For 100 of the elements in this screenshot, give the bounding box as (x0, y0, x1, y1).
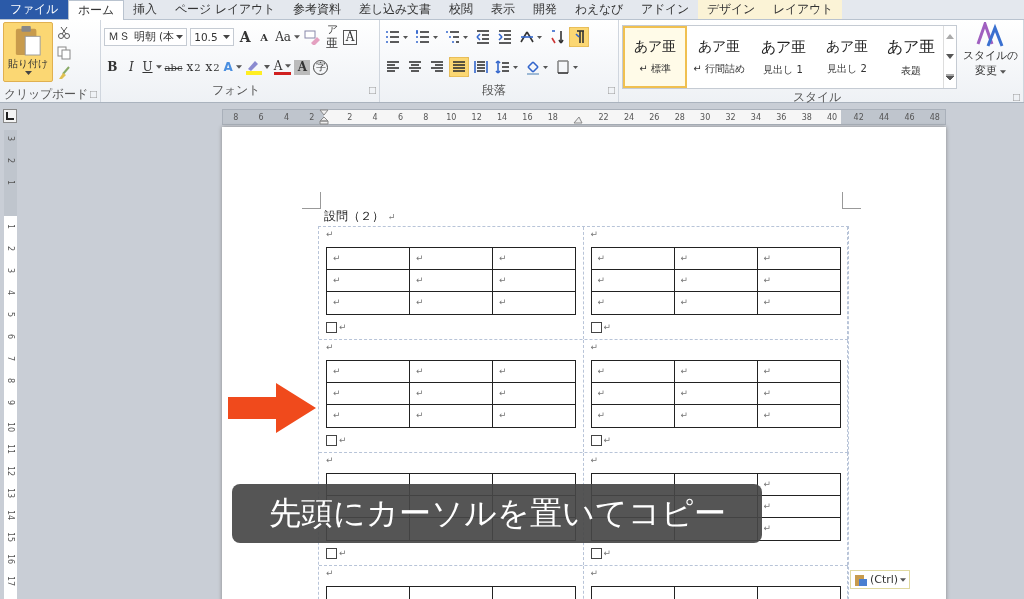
ribbon-tab[interactable]: ホーム (68, 0, 124, 20)
paragraph-mark: ↵ (603, 322, 612, 332)
ribbon-tab[interactable]: 挿入 (124, 0, 166, 19)
ruler-number: 3 (5, 136, 15, 144)
paste-options-button[interactable]: (Ctrl) (850, 570, 911, 589)
paragraph-mark: ↵ (499, 275, 507, 285)
paste-button[interactable]: 貼り付け (3, 22, 53, 82)
ribbon-tab[interactable]: レイアウト (763, 0, 842, 19)
paragraph-mark: ↵ (763, 388, 772, 398)
ruler-number: 2 (5, 158, 15, 166)
font-name-field[interactable]: ＭＳ 明朝 (本 (104, 28, 188, 46)
checkbox[interactable] (590, 547, 602, 559)
ruler-number: 5 (5, 312, 15, 320)
scroll-down-icon[interactable] (946, 54, 954, 59)
more-icon[interactable] (946, 74, 954, 81)
ribbon-tab[interactable]: 参考資料 (283, 0, 350, 19)
tab-stop-button[interactable] (3, 109, 17, 123)
paragraph-mark: ↵ (590, 568, 600, 580)
ruler-number: 44 (878, 111, 891, 124)
paragraph-mark: ↵ (416, 410, 424, 420)
caret-icon (176, 35, 184, 39)
format-button[interactable]: B (104, 57, 121, 77)
paragraph-mark: ↵ (763, 297, 772, 307)
format-button[interactable]: I (123, 57, 140, 77)
change-styles-button[interactable]: スタイルの 変更 (961, 22, 1020, 89)
paragraph-mark: ↵ (763, 523, 772, 533)
font-size-field[interactable]: 10.5 (190, 28, 235, 46)
format-button[interactable]: A (237, 27, 254, 47)
ruler-number: 34 (749, 111, 763, 124)
ruler-number: 3 (5, 268, 15, 276)
ruler-number: 10 (445, 111, 458, 124)
ruler-number: 4 (371, 111, 379, 124)
group-label: フォント (210, 81, 261, 99)
ruler-number: 2 (346, 111, 354, 124)
style-sample: あア亜 (826, 38, 868, 56)
paragraph-mark: ↵ (590, 455, 600, 467)
style-sample: あア亜 (887, 36, 935, 58)
ribbon-tab[interactable]: 校閲 (439, 0, 482, 19)
ruler-number: 13 (5, 488, 15, 501)
highlighter-icon[interactable] (244, 59, 271, 75)
paragraph-mark: ↵ (326, 455, 335, 467)
ribbon-tab[interactable]: わえなび (565, 0, 632, 19)
indent-marker-icon[interactable] (319, 109, 329, 125)
paragraph-mark: ↵ (326, 229, 335, 241)
paragraph-mark: ↵ (326, 568, 335, 580)
style-item[interactable]: あア亜 ↵ 行間詰め (687, 26, 751, 88)
ruler-number: 9 (5, 400, 15, 408)
ribbon-tab[interactable]: ファイル (0, 0, 68, 19)
style-item[interactable]: あア亜 表題 (879, 26, 943, 88)
ruler-number: 1 (5, 224, 15, 232)
ribbon-tab[interactable]: ページ レイアウト (166, 0, 284, 19)
paragraph-mark: ↵ (597, 297, 606, 307)
paragraph-mark: ↵ (680, 253, 689, 263)
style-item[interactable]: あア亜 見出し 1 (751, 26, 815, 88)
style-name: 見出し 2 (827, 62, 867, 76)
paragraph-mark: ↵ (680, 388, 689, 398)
paragraph-mark: ↵ (597, 253, 606, 263)
caret-icon (155, 65, 162, 69)
ruler-number: 6 (257, 111, 265, 124)
paragraph-mark: ↵ (499, 410, 507, 420)
paragraph-mark: ↵ (499, 297, 507, 307)
ribbon-tab[interactable]: 開発 (523, 0, 566, 19)
marks-icon[interactable] (568, 27, 589, 47)
style-sample: あア亜 (760, 37, 806, 57)
ruler-number: 7 (5, 356, 15, 364)
gallery-scrollbar[interactable] (943, 26, 956, 88)
checkbox[interactable] (326, 321, 337, 333)
paragraph-mark: ↵ (416, 388, 424, 398)
ribbon-tab[interactable]: 表示 (481, 0, 524, 19)
paragraph-mark: ↵ (339, 435, 347, 445)
ruler-number: 14 (5, 510, 15, 523)
ruby-button[interactable]: ア 亜 (324, 22, 341, 52)
paragraph-mark: ↵ (603, 548, 612, 558)
format-button[interactable]: A (294, 59, 311, 75)
ruler-number: 4 (282, 111, 290, 124)
format-button[interactable]: A (256, 27, 273, 47)
format-button[interactable]: U (142, 57, 162, 77)
ribbon-tab[interactable]: アドイン (631, 0, 698, 19)
scissors-icon[interactable] (57, 26, 71, 40)
format-button[interactable]: A (343, 29, 358, 45)
ribbon-tab[interactable]: デザイン (697, 0, 764, 19)
crop-mark (302, 192, 321, 209)
ribbon-tab[interactable]: 差し込み文書 (349, 0, 440, 19)
paragraph-mark: ↵ (590, 229, 600, 241)
group-label: 段落 (481, 81, 508, 99)
ruler-number: 16 (5, 554, 15, 567)
style-item[interactable]: あア亜 見出し 2 (815, 26, 879, 88)
caret-icon (1000, 70, 1007, 74)
checkbox[interactable] (590, 434, 602, 446)
ruler-number: 8 (232, 111, 240, 124)
format-button[interactable]: abc (164, 57, 183, 77)
style-item[interactable]: あア亜 ↵ 標準 (623, 26, 687, 88)
format-button[interactable]: A (273, 59, 292, 75)
justify-icon[interactable] (448, 57, 469, 77)
ruler-number: 8 (5, 378, 15, 386)
checkbox[interactable] (326, 434, 337, 446)
checkbox[interactable] (326, 547, 337, 559)
format-button[interactable]: Aa (275, 27, 301, 47)
checkbox[interactable] (590, 321, 602, 333)
paragraph-mark: ↵ (416, 275, 424, 285)
